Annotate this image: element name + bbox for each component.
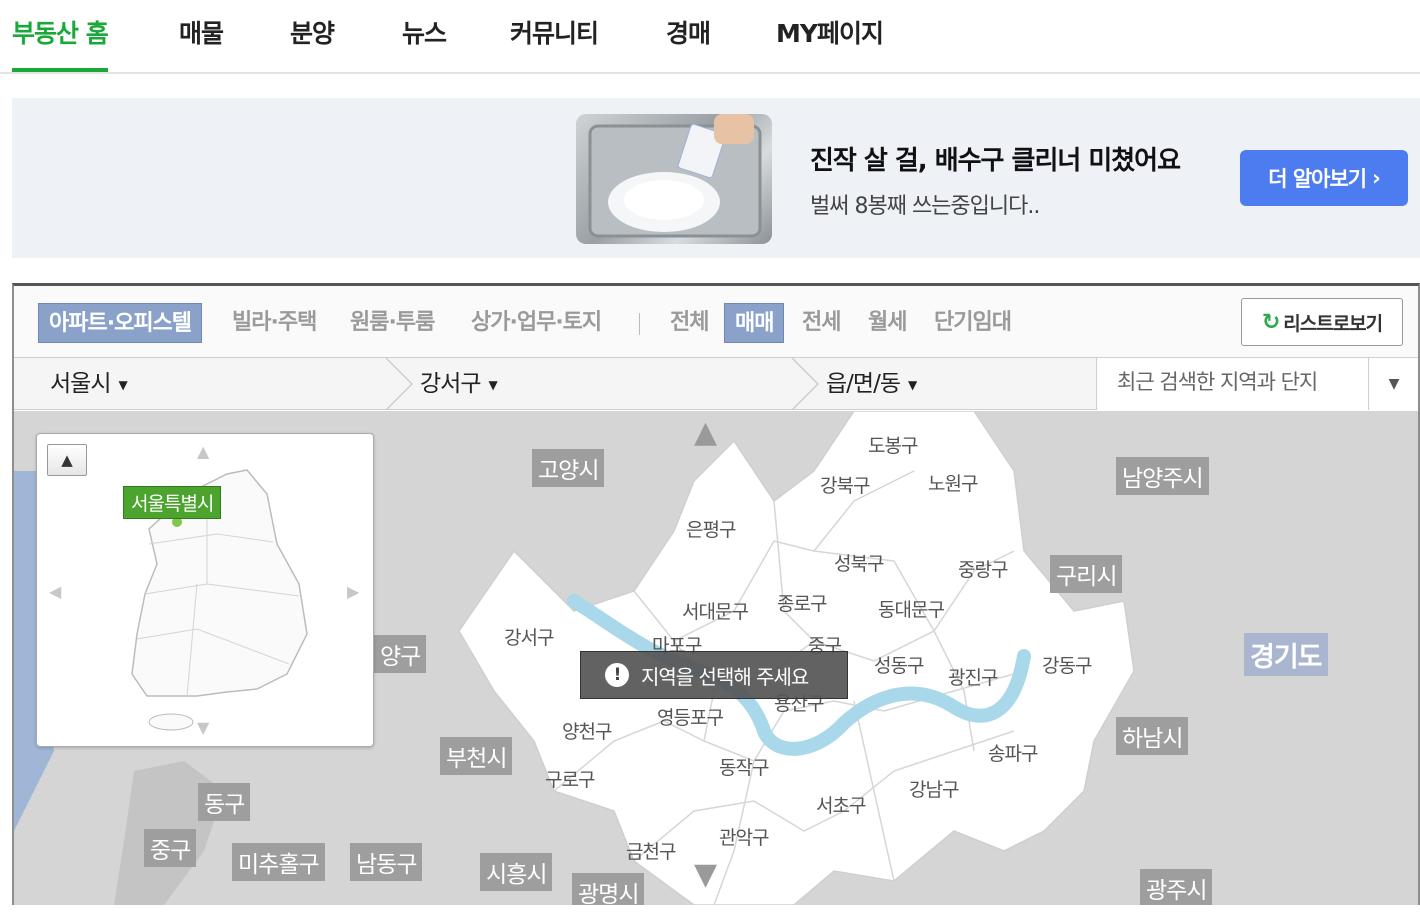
region-label[interactable]: 구리시 — [1050, 555, 1123, 593]
district-label[interactable]: 관악구 — [719, 823, 769, 850]
district-label[interactable]: 양천구 — [562, 717, 612, 744]
pan-down-icon[interactable]: ▼ — [694, 857, 717, 892]
district-label[interactable]: 성동구 — [874, 651, 924, 678]
region-label[interactable]: 중구 — [144, 829, 197, 867]
region-label[interactable]: 경기도 — [1244, 633, 1328, 676]
filter-deal-short-term[interactable]: 단기임대 — [934, 303, 1012, 343]
filter-bar: 아파트·오피스텔 빌라·주택 원룸·투룸 상가·업무·토지 전체 매매 전세 월… — [14, 286, 1418, 358]
map-search-panel: 아파트·오피스텔 빌라·주택 원룸·투룸 상가·업무·토지 전체 매매 전세 월… — [12, 283, 1420, 905]
learn-more-button[interactable]: 더 알아보기 › — [1240, 150, 1408, 206]
filter-deal-jeonse[interactable]: 전세 — [802, 303, 841, 343]
select-region-notice: ! 지역을 선택해 주세요 — [580, 651, 848, 699]
district-label[interactable]: 은평구 — [686, 515, 736, 542]
district-label[interactable]: 영등포구 — [657, 703, 724, 730]
filter-villa-house[interactable]: 빌라·주택 — [232, 303, 317, 343]
filter-oneroom-tworoom[interactable]: 원룸·투룸 — [350, 303, 435, 343]
seoul-marker[interactable]: 서울특별시 — [123, 486, 222, 519]
exclamation-icon: ! — [605, 663, 629, 687]
district-label[interactable]: 금천구 — [626, 837, 676, 864]
ad-subtitle: 벌써 8봉째 쓰는중입니다.. — [810, 194, 1040, 219]
district-label[interactable]: 중랑구 — [958, 555, 1008, 582]
district-label[interactable]: 동대문구 — [878, 595, 945, 622]
region-label[interactable]: 남양주시 — [1116, 457, 1209, 495]
list-view-label: 리스트로보기 — [1283, 312, 1383, 335]
breadcrumb-separators — [385, 358, 820, 410]
district-label[interactable]: 도봉구 — [868, 431, 918, 458]
region-label[interactable]: 하남시 — [1116, 717, 1189, 755]
region-label[interactable]: 남동구 — [350, 843, 423, 881]
filter-deal-all[interactable]: 전체 — [670, 303, 709, 343]
district-label[interactable]: 서초구 — [816, 791, 866, 818]
ad-banner[interactable]: 진작 살 걸, 배수구 클리너 미쳤어요 벌써 8봉째 쓰는중입니다.. 더 알… — [12, 98, 1420, 258]
region-label[interactable]: 양구 — [374, 635, 427, 673]
filter-divider — [639, 313, 640, 335]
dong-select[interactable]: 읍/면/동 ▼ — [826, 358, 917, 410]
recent-search-select[interactable]: 최근 검색한 지역과 단지 ▼ — [1096, 358, 1418, 410]
district-label[interactable]: 강북구 — [820, 471, 870, 498]
refresh-icon: ↻ — [1261, 309, 1280, 335]
notice-text: 지역을 선택해 주세요 — [641, 664, 809, 689]
tab-news[interactable]: 뉴스 — [402, 14, 447, 72]
seoul-map[interactable]: 도봉구 강북구 노원구 은평구 성북구 중랑구 서대문구 종로구 동대문구 강서… — [14, 411, 1418, 905]
city-select[interactable]: 서울시 ▼ — [50, 358, 128, 410]
pan-up-icon[interactable]: ▲ — [694, 415, 717, 450]
top-navigation: 부동산 홈 매물 분양 뉴스 커뮤니티 경매 MY페이지 — [0, 0, 1420, 74]
district-label[interactable]: 송파구 — [988, 739, 1038, 766]
korea-minimap[interactable]: ▲ ▲ ▼ ◀ ▶ 서울특별시 — [36, 433, 374, 747]
region-label[interactable]: 광주시 — [1140, 869, 1213, 905]
district-label[interactable]: 성북구 — [834, 549, 884, 576]
city-select-label: 서울시 — [50, 371, 111, 397]
tab-community[interactable]: 커뮤니티 — [510, 14, 599, 72]
district-label[interactable]: 종로구 — [777, 589, 827, 616]
region-label[interactable]: 미추홀구 — [232, 843, 325, 881]
region-label[interactable]: 고양시 — [532, 449, 605, 487]
tab-real-estate-home[interactable]: 부동산 홈 — [12, 14, 109, 72]
region-selector-bar: 서울시 ▼ 강서구 ▼ 읍/면/동 ▼ 최근 검색한 지역과 단지 ▼ — [14, 358, 1418, 410]
tab-listings[interactable]: 매물 — [179, 14, 224, 72]
tab-presale[interactable]: 분양 — [290, 14, 335, 72]
filter-deal-monthly[interactable]: 월세 — [868, 303, 907, 343]
filter-apartment-officetel[interactable]: 아파트·오피스텔 — [38, 303, 203, 343]
region-label[interactable]: 동구 — [198, 783, 251, 821]
district-label[interactable]: 광진구 — [948, 663, 998, 690]
filter-deal-sale[interactable]: 매매 — [724, 303, 785, 343]
district-label[interactable]: 강남구 — [909, 775, 959, 802]
district-label[interactable]: 노원구 — [928, 469, 978, 496]
ad-title: 진작 살 걸, 배수구 클리너 미쳤어요 — [810, 146, 1181, 176]
district-label[interactable]: 강동구 — [1042, 651, 1092, 678]
district-select-label: 강서구 — [420, 371, 481, 397]
district-label[interactable]: 구로구 — [545, 765, 595, 792]
district-label[interactable]: 동작구 — [719, 753, 769, 780]
chevron-right-icon: › — [1372, 166, 1381, 190]
learn-more-label: 더 알아보기 — [1268, 167, 1367, 191]
caret-down-icon: ▼ — [907, 377, 917, 392]
list-view-button[interactable]: ↻ 리스트로보기 — [1241, 298, 1403, 346]
district-label[interactable]: 강서구 — [504, 623, 554, 650]
district-select[interactable]: 강서구 ▼ — [420, 358, 498, 410]
korea-peninsula-shape — [131, 469, 308, 731]
tab-auction[interactable]: 경매 — [666, 14, 711, 72]
region-label[interactable]: 시흥시 — [480, 853, 553, 891]
caret-down-icon: ▼ — [118, 377, 127, 392]
ad-image — [576, 114, 772, 244]
caret-down-icon[interactable]: ▼ — [1368, 358, 1418, 410]
caret-down-icon: ▼ — [488, 377, 497, 392]
recent-search-label: 최근 검색한 지역과 단지 — [1117, 370, 1318, 394]
filter-commercial-land[interactable]: 상가·업무·토지 — [471, 303, 602, 343]
district-label[interactable]: 서대문구 — [682, 597, 749, 624]
dong-select-label: 읍/면/동 — [826, 371, 901, 397]
region-label[interactable]: 광명시 — [572, 873, 645, 905]
region-label[interactable]: 부천시 — [440, 737, 513, 775]
tab-my-page[interactable]: MY페이지 — [776, 14, 884, 72]
